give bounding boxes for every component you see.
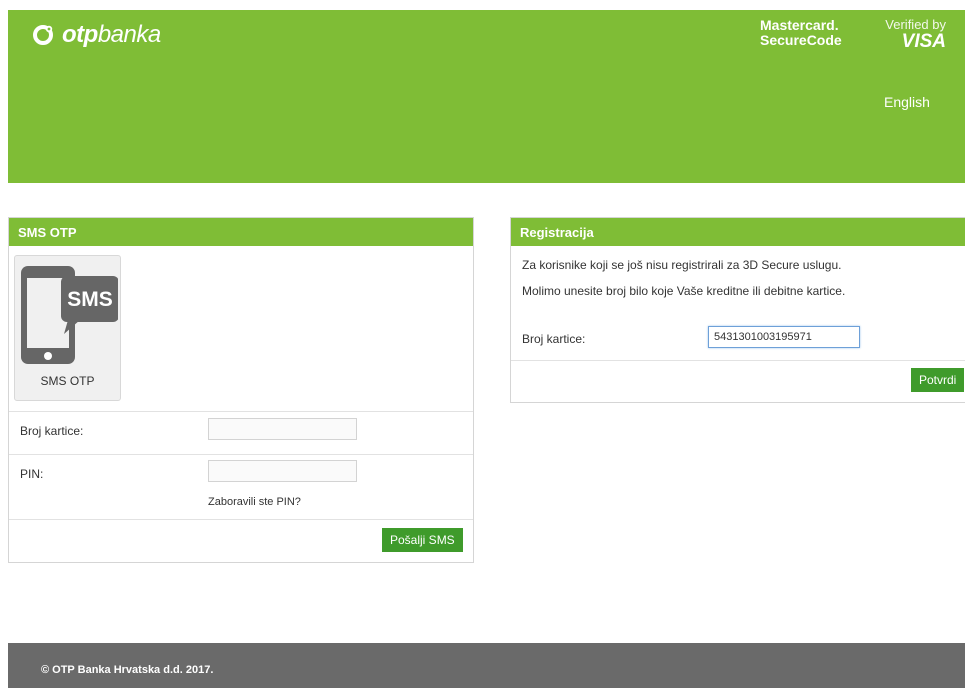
reg-card-number-input[interactable] (708, 326, 860, 348)
divider (9, 454, 473, 455)
visa-line1: Verified by (885, 17, 946, 32)
registration-instruction-text: Molimo unesite broj bilo koje Vaše kredi… (522, 284, 846, 298)
send-sms-button[interactable]: Pošalji SMS (382, 528, 463, 552)
header-banner: otpbanka Mastercard. SecureCode Verified… (8, 10, 965, 183)
otp-logo-icon (33, 25, 53, 45)
divider (9, 411, 473, 412)
card-number-input[interactable] (208, 418, 357, 440)
forgot-pin-link[interactable]: Zaboravili ste PIN? (208, 496, 301, 508)
sms-bubble-text: SMS (67, 288, 113, 311)
sms-otp-panel: SMS OTP SMS SMS OTP Broj kartice: PIN: Z… (8, 217, 474, 563)
language-english-link[interactable]: English (884, 94, 930, 110)
footer: © OTP Banka Hrvatska d.d. 2017. (8, 643, 965, 688)
pin-input[interactable] (208, 460, 357, 482)
registration-panel-title: Registracija (511, 218, 965, 246)
mastercard-line2: SecureCode (760, 32, 842, 48)
registration-panel: Registracija Za korisnike koji se još ni… (510, 217, 965, 403)
pin-label: PIN: (20, 467, 44, 481)
otpbanka-logo[interactable]: otpbanka (32, 23, 161, 47)
mastercard-line1: Mastercard. (760, 17, 839, 33)
logo-text: otpbanka (62, 21, 161, 48)
registration-info-text: Za korisnike koji se još nisu registrira… (522, 258, 842, 272)
card-number-label: Broj kartice: (20, 424, 84, 438)
mastercard-securecode-logo: Mastercard. SecureCode (760, 18, 842, 48)
copyright-text: © OTP Banka Hrvatska d.d. 2017. (41, 664, 214, 676)
divider (9, 519, 473, 520)
verified-by-visa-logo: Verified by VISA (884, 18, 946, 52)
sms-otp-panel-title: SMS OTP (9, 218, 473, 246)
sms-otp-tile-label: SMS OTP (40, 374, 95, 388)
divider (511, 360, 965, 361)
confirm-button[interactable]: Potvrdi (911, 368, 965, 392)
sms-phone-icon: SMS (21, 266, 118, 364)
reg-card-number-label: Broj kartice: (522, 332, 586, 346)
visa-line2: VISA (901, 31, 946, 52)
sms-otp-method-tile[interactable]: SMS SMS OTP (14, 255, 121, 401)
